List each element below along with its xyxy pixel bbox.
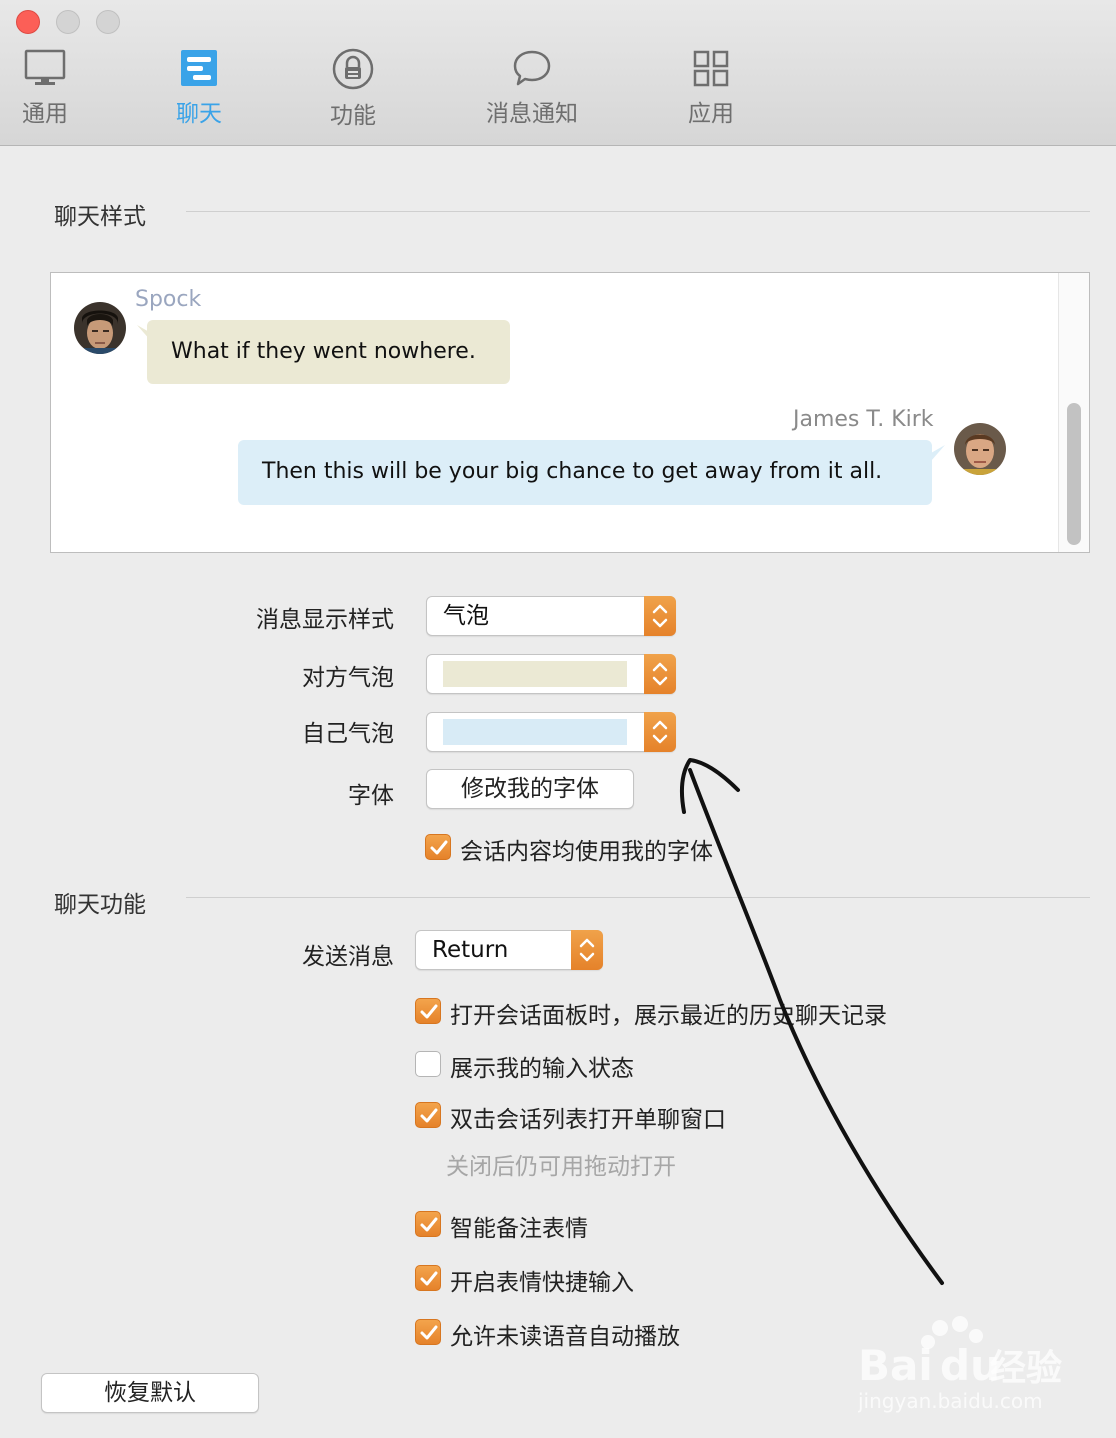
svg-text:Bai: Bai	[858, 1341, 933, 1390]
baidu-jingyan-watermark-icon: Bai du 经验 jingyan.baidu.com	[858, 1316, 1062, 1413]
preview-scrollbar-thumb[interactable]	[1067, 403, 1081, 545]
tab-general[interactable]: 通用	[14, 48, 76, 128]
chat-features-section-title: 聊天功能	[54, 892, 146, 918]
checkmark-icon	[420, 1004, 438, 1019]
incoming-sender-name: Spock	[135, 287, 202, 312]
chat-preview: Spock What if they went nowhere. James T…	[50, 272, 1090, 553]
restore-defaults-button[interactable]: 恢复默认	[41, 1373, 259, 1413]
outgoing-sender-name: James T. Kirk	[793, 407, 934, 432]
show-typing-status-checkbox[interactable]	[415, 1051, 441, 1077]
message-style-label: 消息显示样式	[256, 607, 394, 633]
drag-open-hint: 关闭后仍可用拖动打开	[446, 1154, 676, 1180]
my-bubble-color-select[interactable]	[426, 712, 676, 752]
font-label: 字体	[348, 783, 394, 809]
their-bubble-swatch	[443, 661, 627, 687]
checkmark-icon	[430, 840, 448, 855]
grid-icon	[693, 50, 729, 87]
tab-apps[interactable]: 应用	[680, 48, 742, 128]
send-message-label: 发送消息	[302, 944, 394, 970]
svg-text:jingyan.baidu.com: jingyan.baidu.com	[858, 1389, 1043, 1413]
show-typing-status-label: 展示我的输入状态	[450, 1056, 634, 1082]
close-window-button[interactable]	[16, 10, 40, 34]
tab-features-label: 功能	[330, 103, 376, 129]
outgoing-message-bubble: Then this will be your big chance to get…	[238, 440, 932, 505]
my-bubble-label: 自己气泡	[302, 721, 394, 747]
show-recent-history-checkbox[interactable]	[415, 998, 441, 1024]
tab-chat-label: 聊天	[176, 101, 222, 127]
change-font-button[interactable]: 修改我的字体	[426, 769, 634, 809]
smart-emoji-remark-checkbox[interactable]	[415, 1211, 441, 1237]
outgoing-bubble-tail	[931, 445, 945, 461]
tab-chat[interactable]: 聊天	[168, 48, 230, 128]
chat-style-divider	[186, 211, 1090, 212]
select-arrows-icon	[644, 654, 676, 694]
monitor-icon	[24, 49, 66, 85]
smart-emoji-remark-label: 智能备注表情	[450, 1216, 588, 1242]
select-arrows-icon	[644, 596, 676, 636]
zoom-window-button[interactable]	[96, 10, 120, 34]
spock-avatar	[74, 302, 126, 354]
send-key-value: Return	[432, 937, 509, 963]
tab-notifications-label: 消息通知	[486, 101, 578, 127]
checkmark-icon	[420, 1108, 438, 1123]
use-my-font-label: 会话内容均使用我的字体	[460, 839, 713, 865]
checkmark-icon	[420, 1217, 438, 1232]
use-my-font-checkbox[interactable]	[425, 834, 451, 860]
checkmark-icon	[420, 1325, 438, 1340]
chat-features-divider	[186, 897, 1090, 898]
speech-bubble-icon	[513, 50, 551, 86]
checkmark-icon	[420, 1271, 438, 1286]
send-key-select[interactable]: Return	[415, 930, 603, 970]
double-click-open-window-checkbox[interactable]	[415, 1102, 441, 1128]
tab-general-label: 通用	[22, 101, 68, 127]
message-style-select[interactable]: 气泡	[426, 596, 676, 636]
toolbar: 通用 聊天 功能 消息通知 应用	[0, 0, 1116, 146]
their-bubble-color-select[interactable]	[426, 654, 676, 694]
incoming-message-bubble: What if they went nowhere.	[147, 320, 510, 384]
emoji-quick-input-checkbox[interactable]	[415, 1265, 441, 1291]
my-bubble-swatch	[443, 719, 627, 745]
message-style-value: 气泡	[443, 603, 489, 629]
svg-text:经验: 经验	[990, 1348, 1062, 1389]
tab-features[interactable]: 功能	[322, 48, 384, 130]
preferences-window: 通用 聊天 功能 消息通知 应用 聊天样式 Spock What if they…	[0, 0, 1116, 1438]
tab-apps-label: 应用	[688, 101, 734, 127]
tab-notifications[interactable]: 消息通知	[482, 48, 582, 128]
their-bubble-label: 对方气泡	[302, 665, 394, 691]
chat-bubble-style-icon	[181, 50, 217, 86]
minimize-window-button[interactable]	[56, 10, 80, 34]
lock-icon	[332, 48, 374, 90]
autoplay-voice-label: 允许未读语音自动播放	[450, 1324, 680, 1350]
show-recent-history-label: 打开会话面板时，展示最近的历史聊天记录	[450, 1003, 887, 1029]
select-arrows-icon	[571, 930, 603, 970]
autoplay-voice-checkbox[interactable]	[415, 1319, 441, 1345]
emoji-quick-input-label: 开启表情快捷输入	[450, 1270, 634, 1296]
chat-style-section-title: 聊天样式	[54, 204, 146, 230]
double-click-open-window-label: 双击会话列表打开单聊窗口	[450, 1107, 726, 1133]
svg-text:du: du	[940, 1341, 1000, 1390]
select-arrows-icon	[644, 712, 676, 752]
kirk-avatar	[954, 423, 1006, 475]
